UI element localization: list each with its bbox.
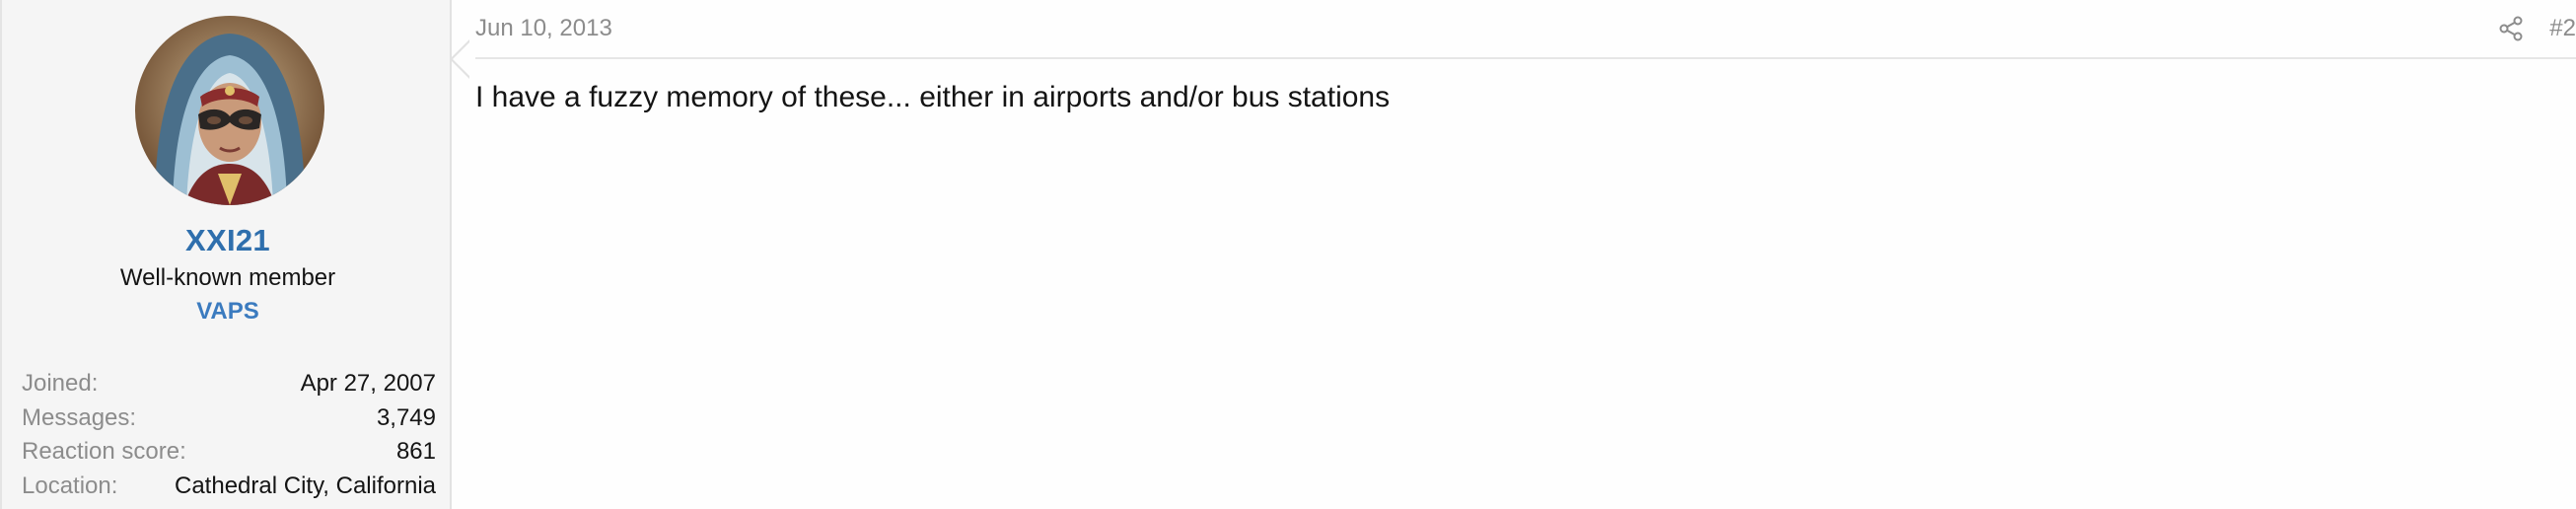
post-number-link[interactable]: #2 <box>2549 15 2576 42</box>
stat-value[interactable]: 3,749 <box>377 401 436 436</box>
share-icon[interactable] <box>2497 15 2525 42</box>
stat-label: Reaction score: <box>22 438 186 465</box>
stat-value[interactable]: Cathedral City, California <box>175 470 436 504</box>
username-link[interactable]: XXI21 <box>2 223 454 258</box>
message-attribution: Jun 10, 2013 #2 <box>475 0 2576 59</box>
post-date-link[interactable]: Jun 10, 2013 <box>475 15 612 42</box>
stat-value: Apr 27, 2007 <box>300 370 436 397</box>
avatar-portrait-icon <box>135 16 324 205</box>
stat-location: Location: Cathedral City, California <box>22 470 436 504</box>
stat-value: 861 <box>395 438 436 465</box>
post-body: I have a fuzzy memory of these... either… <box>475 81 1391 113</box>
user-title: Well-known member <box>119 264 336 291</box>
message-main-cell: Jun 10, 2013 #2 I have a fuzzy memory of… <box>452 0 2576 509</box>
stat-label: Messages: <box>22 403 137 431</box>
user-avatar[interactable] <box>135 16 324 205</box>
message-post: XXI21 Well-known member VAPS Joined: Apr… <box>0 0 2576 509</box>
stat-label: Location: <box>22 472 118 499</box>
stat-reaction-score: Reaction score: 861 <box>22 435 436 470</box>
user-banner: VAPS <box>196 298 259 325</box>
stat-messages: Messages: 3,749 <box>22 401 436 436</box>
user-stats: Joined: Apr 27, 2007 Messages: 3,749 Rea… <box>22 367 436 503</box>
message-user-cell: XXI21 Well-known member VAPS Joined: Apr… <box>0 0 470 509</box>
stat-joined: Joined: Apr 27, 2007 <box>22 367 436 401</box>
stat-label: Joined: <box>22 370 99 397</box>
